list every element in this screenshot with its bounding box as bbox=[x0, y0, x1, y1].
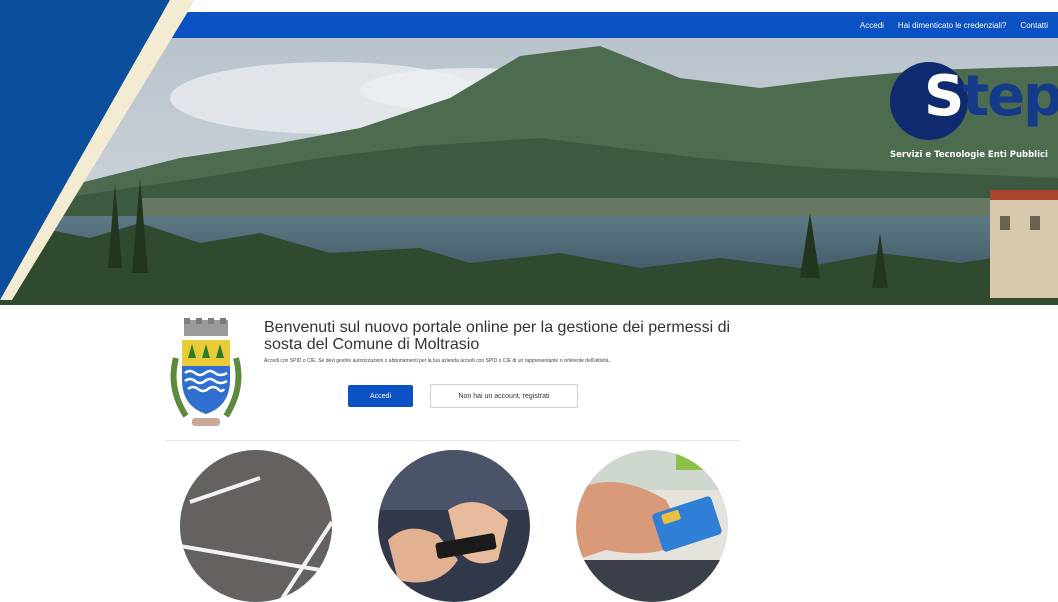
parking-image bbox=[180, 450, 332, 602]
login-link[interactable]: Accedi bbox=[860, 21, 884, 30]
top-nav: Accedi Hai dimenticato le credenziali? C… bbox=[860, 12, 1048, 38]
smartphone-icon bbox=[378, 450, 530, 602]
step-logo-rest: tep bbox=[962, 64, 1058, 129]
login-button[interactable]: Accedi bbox=[348, 385, 413, 407]
step-logo-word: Step bbox=[924, 64, 1058, 129]
step-logo-letter: S bbox=[924, 64, 964, 129]
smartphone-image bbox=[378, 450, 530, 602]
page-title: Benvenuti sul nuovo portale online per l… bbox=[264, 319, 731, 353]
register-button[interactable]: Non hai un account, registrati bbox=[430, 384, 578, 408]
credit-card-image bbox=[576, 450, 728, 602]
contacts-link[interactable]: Contatti bbox=[1020, 21, 1048, 30]
intro-description: Accedi con SPID o CIE. Se devi gestire a… bbox=[264, 358, 610, 364]
parking-lot-icon bbox=[180, 450, 332, 602]
municipal-crest-icon bbox=[170, 318, 242, 426]
credit-card-icon bbox=[576, 450, 728, 602]
step-logo: Step Servizi e Tecnologie Enti Pubblici bbox=[890, 62, 1058, 172]
top-navbar: Accedi Hai dimenticato le credenziali? C… bbox=[0, 12, 1058, 38]
step-logo-tagline: Servizi e Tecnologie Enti Pubblici bbox=[890, 150, 1048, 160]
section-divider bbox=[166, 440, 740, 441]
forgot-credentials-link[interactable]: Hai dimenticato le credenziali? bbox=[898, 21, 1007, 30]
